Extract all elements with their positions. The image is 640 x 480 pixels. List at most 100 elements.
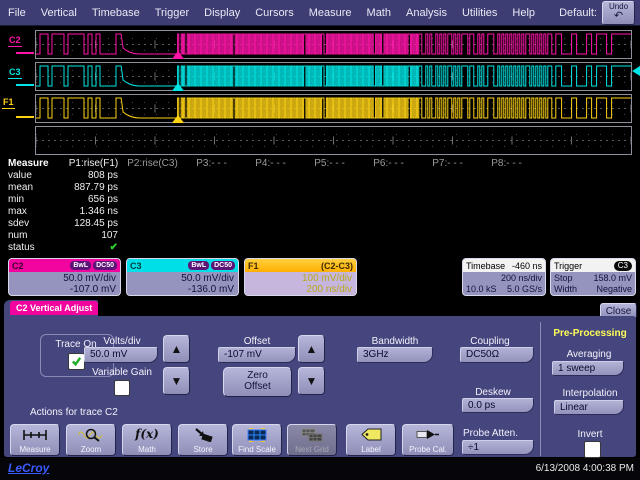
- channel-descriptor-c3[interactable]: C3 BwL DC50 50.0 mV/div -136.0 mV: [126, 258, 239, 296]
- measure-value: 1.346 ns: [64, 206, 123, 218]
- menu-file[interactable]: File: [8, 7, 26, 19]
- tab-c2-vertical-adjust[interactable]: C2 Vertical Adjust: [10, 301, 98, 315]
- timebase-scale: 200 ns/div: [501, 273, 542, 284]
- undo-button[interactable]: Undo ↶: [602, 1, 635, 25]
- invert-label: Invert: [550, 429, 630, 440]
- channel-scale: 50.0 mV/div: [127, 273, 234, 284]
- offset-label: Offset: [218, 336, 296, 347]
- math-icon: f(x): [135, 427, 159, 442]
- measure-col-p2[interactable]: P2:rise(C3): [123, 157, 182, 170]
- trace-label-f1[interactable]: F1: [2, 98, 15, 109]
- trigger-level: 158.0 mV: [593, 273, 632, 284]
- measure-col-p8[interactable]: P8:- - -: [477, 157, 536, 170]
- trace-label-c3[interactable]: C3: [8, 68, 22, 79]
- trigger-kind: Width: [554, 284, 577, 295]
- waveform-grid-f1[interactable]: [35, 94, 632, 123]
- deskew-label: Deskew: [448, 387, 538, 398]
- menu-timebase[interactable]: Timebase: [92, 7, 140, 19]
- arrow-up-icon: ▲: [171, 342, 183, 356]
- baseline-stub-c2: [16, 52, 34, 54]
- measure-col-p5[interactable]: P5:- - -: [300, 157, 359, 170]
- waveform-grid-empty[interactable]: [35, 126, 632, 155]
- action-store-button[interactable]: Store: [178, 424, 228, 456]
- next-grid-icon: [300, 427, 324, 442]
- offset-down-button[interactable]: ▼: [298, 367, 325, 395]
- trace-label-c2[interactable]: C2: [8, 36, 22, 47]
- menu-cursors[interactable]: Cursors: [255, 7, 294, 19]
- measure-col-p7[interactable]: P7:- - -: [418, 157, 477, 170]
- menu-trigger[interactable]: Trigger: [155, 7, 189, 19]
- channel-scale: 100 mV/div: [245, 273, 352, 284]
- offset-field[interactable]: -107 mV: [218, 347, 296, 363]
- interpolation-field[interactable]: Linear: [554, 400, 624, 415]
- oscilloscope-screen: File Vertical Timebase Trigger Display C…: [0, 0, 640, 480]
- measure-row-label: min: [0, 194, 64, 206]
- offset-up-button[interactable]: ▲: [298, 335, 325, 363]
- probe-cal-button[interactable]: Probe Cal.: [402, 424, 454, 456]
- menu-analysis[interactable]: Analysis: [406, 7, 447, 19]
- waveform-grid-c2[interactable]: [35, 30, 632, 59]
- menu-display[interactable]: Display: [204, 7, 240, 19]
- menu-help[interactable]: Help: [512, 7, 535, 19]
- channel-descriptor-c2[interactable]: C2 BwL DC50 50.0 mV/div -107.0 mV: [8, 258, 121, 296]
- measure-col-p3[interactable]: P3:- - -: [182, 157, 241, 170]
- channel-descriptor-f1[interactable]: F1 (C2-C3) 100 mV/div 200 ns/div: [244, 258, 357, 296]
- menu-measure[interactable]: Measure: [309, 7, 352, 19]
- empty-grid: [36, 127, 631, 154]
- measure-row-label: value: [0, 170, 64, 182]
- menu-vertical[interactable]: Vertical: [41, 7, 77, 19]
- volts-div-field[interactable]: 50.0 mV: [84, 347, 158, 363]
- baseline-stub-f1: [16, 116, 34, 118]
- status-bar: LeCroy 6/13/2008 4:00:38 PM: [0, 458, 640, 480]
- probe-cal-icon: [416, 427, 440, 442]
- averaging-field[interactable]: 1 sweep: [552, 361, 624, 376]
- channel-id: F1: [248, 261, 259, 271]
- trigger-time-marker-c3[interactable]: [172, 83, 184, 91]
- timebase-samples: 10.0 kS: [466, 284, 497, 295]
- default-label: Default:: [559, 7, 597, 19]
- measure-col-p4[interactable]: P4:- - -: [241, 157, 300, 170]
- measure-col-p1[interactable]: P1:rise(F1): [64, 157, 123, 170]
- deskew-field[interactable]: 0.0 ps: [462, 398, 534, 413]
- action-find-scale-button[interactable]: Find Scale: [232, 424, 282, 456]
- measure-table-title: Measure: [0, 157, 64, 170]
- action-zoom-button[interactable]: Zoom: [66, 424, 116, 456]
- waveform-grid-c3[interactable]: [35, 62, 632, 91]
- channel-offset: -136.0 mV: [127, 284, 234, 295]
- trigger-summary[interactable]: Trigger C3 Stop 158.0 mV Width Negative: [550, 258, 636, 296]
- bwl-badge: BwL: [70, 261, 91, 270]
- datetime-display: 6/13/2008 4:00:38 PM: [536, 463, 634, 474]
- invert-checkbox[interactable]: [584, 441, 601, 458]
- coupling-field[interactable]: DC50Ω: [460, 347, 534, 363]
- volts-down-button[interactable]: ▼: [163, 367, 190, 395]
- preprocessing-title: Pre-Processing: [545, 328, 635, 339]
- timebase-rate: 5.0 GS/s: [507, 284, 542, 295]
- trigger-time-marker-c2[interactable]: [172, 51, 184, 59]
- trigger-time-marker-f1[interactable]: [172, 115, 184, 123]
- timebase-summary[interactable]: Timebase -460 ns 200 ns/div 10.0 kS 5.0 …: [462, 258, 546, 296]
- bandwidth-field[interactable]: 3GHz: [357, 347, 433, 363]
- bwl-badge: BwL: [188, 261, 209, 270]
- variable-gain-checkbox[interactable]: [114, 380, 130, 396]
- measure-row-label: num: [0, 230, 64, 242]
- lecroy-logo: LeCroy: [8, 461, 49, 475]
- volts-up-button[interactable]: ▲: [163, 335, 190, 363]
- waveform-c2: [36, 31, 631, 58]
- probe-atten-field[interactable]: ÷1: [462, 440, 534, 455]
- menu-utilities[interactable]: Utilities: [462, 7, 497, 19]
- action-math-button[interactable]: f(x) Math: [122, 424, 172, 456]
- action-measure-button[interactable]: Measure: [10, 424, 60, 456]
- probe-atten-label: Probe Atten.: [443, 428, 538, 439]
- label-button[interactable]: Label: [346, 424, 396, 456]
- action-next-grid-button: Next Grid: [287, 424, 337, 456]
- channel-timescale: 200 ns/div: [245, 284, 352, 295]
- timebase-delay: -460 ns: [512, 261, 542, 271]
- dc50-badge: DC50: [211, 261, 235, 270]
- zero-offset-button[interactable]: Zero Offset: [223, 367, 292, 397]
- measure-value: 808 ps: [64, 170, 123, 182]
- arrow-up-icon: ▲: [306, 342, 318, 356]
- measure-col-p6[interactable]: P6:- - -: [359, 157, 418, 170]
- menu-math[interactable]: Math: [367, 7, 391, 19]
- interpolation-label: Interpolation: [543, 388, 637, 399]
- trigger-level-marker-c3[interactable]: [632, 66, 640, 76]
